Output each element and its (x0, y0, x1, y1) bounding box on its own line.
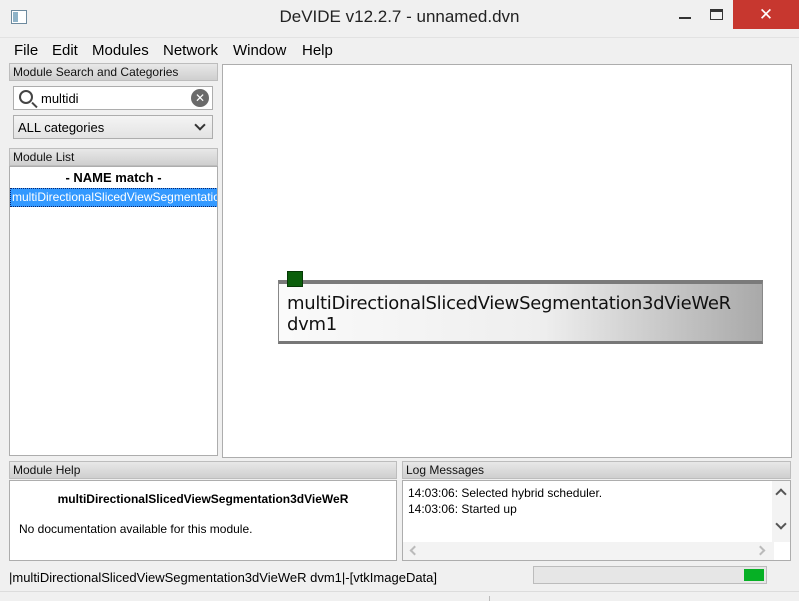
help-title: multiDirectionalSlicedViewSegmentation3d… (57, 492, 349, 506)
glyph-input-port[interactable] (287, 271, 303, 287)
search-input[interactable]: multidi (41, 91, 79, 106)
search-panel-header: Module Search and Categories (9, 63, 218, 81)
maximize-button[interactable] (701, 0, 731, 29)
menu-bar: File Edit Modules Network Window Help (0, 37, 799, 61)
menu-network[interactable]: Network (163, 42, 218, 59)
scroll-right-icon[interactable] (755, 545, 766, 556)
menu-window[interactable]: Window (233, 42, 286, 59)
menu-edit[interactable]: Edit (52, 42, 78, 59)
maximize-icon (709, 9, 723, 20)
network-canvas[interactable]: multiDirectionalSlicedViewSegmentation3d… (222, 64, 792, 458)
title-bar: DeVIDE v12.2.7 - unnamed.dvn ✕ (0, 0, 799, 37)
close-button[interactable]: ✕ (733, 0, 799, 29)
glyph-instance-name: dvm1 (287, 314, 337, 335)
progress-fill (744, 569, 764, 581)
module-list-header: Module List (9, 148, 218, 166)
minimize-icon (679, 16, 691, 19)
log-horizontal-scrollbar[interactable] (403, 542, 774, 560)
log-line: 14:03:06: Started up (408, 502, 517, 516)
menu-modules[interactable]: Modules (92, 42, 149, 59)
chevron-down-icon (194, 119, 206, 131)
module-help-header: Module Help (9, 461, 397, 479)
scroll-left-icon[interactable] (409, 545, 420, 556)
menu-help[interactable]: Help (302, 42, 333, 59)
scroll-up-icon[interactable] (775, 488, 787, 500)
log-vertical-scrollbar[interactable] (772, 481, 790, 542)
category-dropdown[interactable]: ALL categories (13, 115, 213, 139)
list-item[interactable]: multiDirectionalSlicedViewSegmentation3d… (10, 188, 217, 207)
list-group-heading: - NAME match - (65, 170, 162, 185)
minimize-button[interactable] (670, 0, 700, 29)
divider (489, 596, 490, 601)
log-line: 14:03:06: Selected hybrid scheduler. (408, 486, 603, 500)
log-header: Log Messages (402, 461, 791, 479)
category-selected: ALL categories (18, 120, 105, 135)
search-field[interactable]: multidi ✕ (13, 86, 213, 110)
status-bar: |multiDirectionalSlicedViewSegmentation3… (0, 565, 799, 591)
module-glyph[interactable]: multiDirectionalSlicedViewSegmentation3d… (278, 280, 763, 344)
close-icon: ✕ (758, 4, 774, 25)
progress-bar (533, 566, 767, 584)
search-icon (19, 90, 33, 104)
menu-file[interactable]: File (14, 42, 38, 59)
scroll-down-icon[interactable] (775, 518, 787, 530)
glyph-module-type: multiDirectionalSlicedViewSegmentation3d… (287, 293, 731, 314)
glyph-label: multiDirectionalSlicedViewSegmentation3d… (287, 293, 731, 335)
clear-search-icon[interactable]: ✕ (191, 89, 209, 107)
log-panel: 14:03:06: Selected hybrid scheduler. 14:… (402, 480, 791, 561)
module-help-body: multiDirectionalSlicedViewSegmentation3d… (9, 480, 397, 561)
module-list: - NAME match - multiDirectionalSlicedVie… (9, 166, 218, 456)
bottom-strip (0, 591, 799, 601)
help-text: No documentation available for this modu… (19, 522, 253, 536)
status-text: |multiDirectionalSlicedViewSegmentation3… (9, 570, 438, 585)
